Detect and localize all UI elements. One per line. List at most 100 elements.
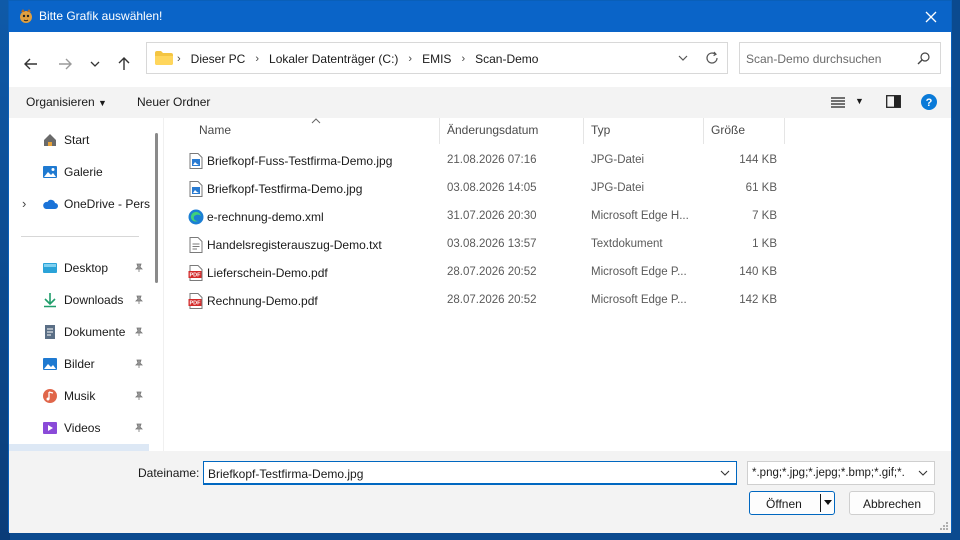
file-size: 144 KB: [739, 154, 777, 166]
help-icon[interactable]: ?: [921, 94, 937, 110]
filter-value: *.png;*.jpg;*.jepg;*.bmp;*.gif;*.: [752, 467, 905, 479]
refresh-icon[interactable]: [705, 51, 719, 65]
cloud-icon: [43, 199, 58, 209]
navigation-pane: Start Galerie › OneDrive - Pers Desktop …: [9, 118, 164, 451]
pin-icon[interactable]: [134, 326, 144, 340]
up-button[interactable]: [112, 52, 136, 76]
sidebar-item-dokumente[interactable]: Dokumente: [9, 318, 149, 346]
pin-icon[interactable]: [134, 294, 144, 308]
window-title: Bitte Grafik auswählen!: [39, 9, 163, 23]
open-button[interactable]: Öffnen: [749, 491, 835, 515]
address-bar[interactable]: › Dieser PC › Lokaler Datenträger (C:) ›…: [146, 42, 728, 74]
file-size: 1 KB: [752, 238, 777, 250]
sidebar-item-galerie[interactable]: Galerie: [9, 158, 149, 186]
organize-label: Organisieren: [26, 95, 95, 109]
column-divider[interactable]: [583, 118, 584, 144]
sidebar-item-bilder[interactable]: Bilder: [9, 350, 149, 378]
file-row[interactable]: Handelsregisterauszug-Demo.txt 03.08.202…: [184, 231, 794, 259]
resize-grip-icon[interactable]: [939, 521, 949, 531]
sidebar-scrollbar[interactable]: [155, 133, 158, 283]
sidebar-item-label: Galerie: [64, 165, 103, 179]
sidebar-item-label: Videos: [64, 421, 101, 435]
image-file-icon: [189, 153, 203, 169]
documents-icon: [45, 325, 55, 339]
caret-down-icon: ▼: [855, 96, 864, 106]
svg-text:PDF: PDF: [190, 301, 202, 307]
forward-button[interactable]: [53, 52, 77, 76]
pin-icon[interactable]: [134, 422, 144, 436]
back-button[interactable]: [19, 52, 43, 76]
new-folder-button[interactable]: Neuer Ordner: [137, 95, 210, 109]
chevron-down-icon[interactable]: [720, 468, 730, 478]
preview-pane-icon[interactable]: [886, 95, 901, 108]
breadcrumb-item[interactable]: Lokaler Datenträger (C:): [269, 52, 398, 66]
recent-locations-button[interactable]: [83, 52, 107, 76]
open-button-label: Öffnen: [766, 497, 802, 511]
breadcrumb-item[interactable]: Dieser PC: [191, 52, 246, 66]
sidebar-item-start[interactable]: Start: [9, 126, 149, 154]
sidebar-selected-item[interactable]: [9, 444, 149, 451]
column-divider[interactable]: [439, 118, 440, 144]
file-row[interactable]: e-rechnung-demo.xml 31.07.2026 20:30 Mic…: [184, 203, 794, 231]
column-divider[interactable]: [784, 118, 785, 144]
chevron-down-icon[interactable]: [677, 52, 689, 64]
file-name: Rechnung-Demo.pdf: [207, 294, 318, 308]
organize-button[interactable]: Organisieren ▼: [26, 95, 107, 109]
column-header-date[interactable]: Änderungsdatum: [447, 123, 538, 137]
file-type-filter[interactable]: *.png;*.jpg;*.jepg;*.bmp;*.gif;*.: [747, 461, 935, 485]
caret-down-icon[interactable]: [823, 499, 833, 507]
file-type: Microsoft Edge P...: [591, 266, 687, 278]
search-input[interactable]: Scan-Demo durchsuchen: [739, 42, 941, 74]
pin-icon[interactable]: [134, 262, 144, 276]
file-type: JPG-Datei: [591, 154, 645, 166]
sidebar-item-label: Musik: [64, 389, 96, 403]
view-options-button[interactable]: ▼: [831, 96, 867, 110]
pin-icon[interactable]: [134, 358, 144, 372]
sidebar-item-videos[interactable]: Videos: [9, 414, 149, 442]
pin-icon[interactable]: [134, 390, 144, 404]
file-date: 03.08.2026 13:57: [447, 238, 537, 250]
search-icon: [917, 52, 930, 65]
file-row[interactable]: Briefkopf-Testfirma-Demo.jpg 03.08.2026 …: [184, 175, 794, 203]
file-name: e-rechnung-demo.xml: [207, 210, 324, 224]
caret-down-icon: ▼: [98, 98, 107, 108]
chevron-right-icon[interactable]: ›: [22, 196, 26, 211]
file-date: 21.08.2026 07:16: [447, 154, 537, 166]
column-divider[interactable]: [703, 118, 704, 144]
file-row[interactable]: Briefkopf-Fuss-Testfirma-Demo.jpg 21.08.…: [184, 147, 794, 175]
column-header-type[interactable]: Typ: [591, 123, 610, 137]
close-button[interactable]: [911, 1, 951, 32]
svg-text:PDF: PDF: [190, 273, 202, 279]
sidebar-item-label: Dokumente: [64, 325, 126, 339]
arrow-right-icon: [59, 58, 72, 70]
svg-text:?: ?: [926, 97, 933, 109]
command-bar: Organisieren ▼ Neuer Ordner ▼ ?: [9, 87, 951, 118]
file-type: Microsoft Edge P...: [591, 294, 687, 306]
close-icon: [925, 11, 937, 22]
filename-input[interactable]: Briefkopf-Testfirma-Demo.jpg: [203, 461, 737, 485]
breadcrumb-item[interactable]: EMIS: [422, 52, 451, 66]
cancel-button-label: Abbrechen: [862, 497, 922, 511]
videos-icon: [43, 422, 57, 434]
sidebar-item-downloads[interactable]: Downloads: [9, 286, 149, 314]
file-row[interactable]: PDF Rechnung-Demo.pdf 28.07.2026 20:52 M…: [184, 287, 794, 315]
split-divider: [820, 494, 821, 512]
column-header-name[interactable]: Name: [199, 123, 231, 137]
folder-icon: [155, 51, 173, 65]
sidebar-item-musik[interactable]: Musik: [9, 382, 149, 410]
download-icon: [44, 293, 56, 308]
column-header-size[interactable]: Größe: [711, 123, 745, 137]
file-size: 140 KB: [739, 266, 777, 278]
file-open-dialog: Bitte Grafik auswählen! › Dieser PC › Lo…: [8, 0, 952, 533]
pdf-icon: PDF: [188, 265, 203, 281]
sidebar-item-desktop[interactable]: Desktop: [9, 254, 149, 282]
file-type: Microsoft Edge H...: [591, 210, 689, 222]
cancel-button[interactable]: Abbrechen: [849, 491, 935, 515]
sidebar-item-onedrive[interactable]: › OneDrive - Pers: [9, 190, 150, 218]
text-file-icon: [189, 237, 203, 253]
music-icon: [43, 389, 57, 403]
breadcrumb-item[interactable]: Scan-Demo: [475, 52, 538, 66]
file-row[interactable]: PDF Lieferschein-Demo.pdf 28.07.2026 20:…: [184, 259, 794, 287]
file-size: 142 KB: [739, 294, 777, 306]
sort-ascending-icon: [311, 118, 321, 124]
